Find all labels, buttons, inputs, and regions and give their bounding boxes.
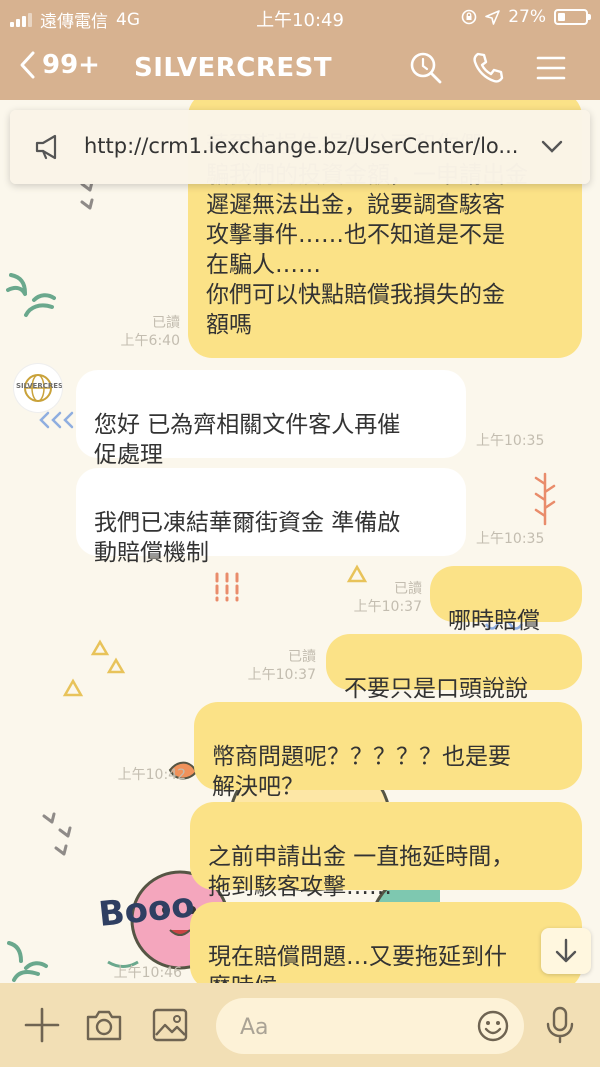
menu-icon (536, 56, 566, 80)
message-meta: 已讀 上午6:40 (100, 314, 180, 350)
leaf-decoration-icon (7, 941, 48, 982)
plus-icon (24, 1007, 60, 1043)
search-button[interactable] (408, 50, 444, 86)
phone-icon (473, 52, 504, 83)
message-text: 您好 已為齊相關文件客人再催 促處理 (94, 412, 401, 468)
message-time: 上午10:42 (117, 767, 186, 783)
microphone-icon (546, 1006, 574, 1044)
gallery-button[interactable] (150, 1005, 190, 1045)
unread-count: 99+ (42, 50, 100, 80)
message-bubble-sent[interactable]: 現在賠償問題…又要拖延到什 麼時候 (190, 902, 582, 983)
avatar-logo-text: SILVERCREST (16, 382, 62, 390)
message-bubble-sent[interactable]: 之前申請出金 一直拖延時間， 拖到駭客攻擊…… (190, 802, 582, 900)
message-time: 上午10:35 (476, 531, 545, 547)
battery-percent: 27% (508, 7, 546, 27)
message-text: 現在賠償問題…又要拖延到什 麼時候 (208, 944, 507, 983)
read-receipt: 已讀 (394, 581, 422, 597)
banner-url[interactable]: http://crm1.iexchange.bz/UserCenter/lo..… (84, 134, 518, 158)
message-text: 不要只是口頭說說 (344, 676, 528, 702)
megaphone-icon (35, 134, 57, 160)
search-icon (410, 52, 442, 84)
message-input[interactable] (238, 1008, 472, 1046)
arrow-down-icon (555, 938, 577, 963)
triangle-decoration-icon (90, 639, 126, 674)
call-button[interactable] (470, 50, 506, 86)
message-time: 上午10:46 (113, 965, 182, 981)
battery-icon (554, 9, 591, 25)
chat-area[interactable]: Booo... http://crm1.iexchange.bz/UserCen… (0, 100, 600, 983)
status-bar: 遠傳電信 4G 上午10:49 27% (0, 0, 600, 36)
message-text: 我們已凍結華爾街資金 準備啟 動賠償機制 (94, 510, 401, 566)
status-right: 27% (461, 7, 591, 27)
message-bubble-sent[interactable]: 哪時賠償 (430, 566, 582, 634)
message-bubble-sent[interactable]: 不要只是口頭說說 (326, 634, 582, 702)
message-meta: 已讀 上午10:37 (330, 580, 422, 616)
arrow-decoration-icon (42, 812, 72, 856)
chat-title: SILVERCREST (134, 53, 333, 83)
message-time: 上午10:37 (247, 667, 316, 683)
rotation-lock-icon (461, 9, 477, 25)
message-bubble-sent[interactable]: 幣商問題呢？？？？？也是要 解決吧？ (194, 702, 582, 800)
announcement-banner[interactable]: http://crm1.iexchange.bz/UserCenter/lo..… (10, 110, 590, 184)
lines-decoration-icon (215, 572, 239, 602)
message-text: 哪時賠償 (448, 608, 540, 634)
message-text: 之前申請出金 一直拖延時間， 拖到駭客攻擊…… (208, 844, 515, 900)
chevron-decoration-icon (39, 411, 74, 429)
triangle-decoration-icon (62, 678, 84, 697)
arrow-decoration-icon (80, 180, 94, 210)
emoji-icon[interactable] (476, 1009, 510, 1043)
camera-button[interactable] (84, 1005, 124, 1045)
voice-button[interactable] (540, 1005, 580, 1045)
message-bubble-received[interactable]: 您好 已為齊相關文件客人再催 促處理 (76, 370, 466, 468)
location-icon (485, 9, 501, 25)
message-bubble-received[interactable]: 我們已凍結華爾街資金 準備啟 動賠償機制 (76, 468, 466, 566)
message-meta: 已讀 上午10:37 (224, 648, 316, 684)
chevron-left-icon (20, 51, 35, 79)
scroll-to-bottom-button[interactable] (541, 928, 591, 974)
contact-avatar[interactable]: SILVERCREST (14, 364, 62, 412)
camera-icon (86, 1010, 122, 1041)
chevron-down-icon[interactable] (540, 138, 564, 156)
message-time: 上午10:37 (353, 599, 422, 615)
add-button[interactable] (22, 1005, 62, 1045)
menu-button[interactable] (533, 50, 569, 86)
image-icon (152, 1008, 188, 1042)
fern-decoration-icon (534, 472, 556, 526)
message-input-box[interactable] (216, 998, 524, 1054)
message-time: 上午10:35 (476, 433, 545, 449)
read-receipt: 已讀 (152, 315, 180, 331)
read-receipt: 已讀 (288, 649, 316, 665)
chat-header: 99+ SILVERCREST (0, 36, 600, 100)
leaf-decoration-icon (6, 273, 56, 317)
message-time: 上午6:40 (120, 333, 180, 349)
input-bar (0, 983, 600, 1067)
back-button[interactable]: 99+ (18, 50, 100, 80)
